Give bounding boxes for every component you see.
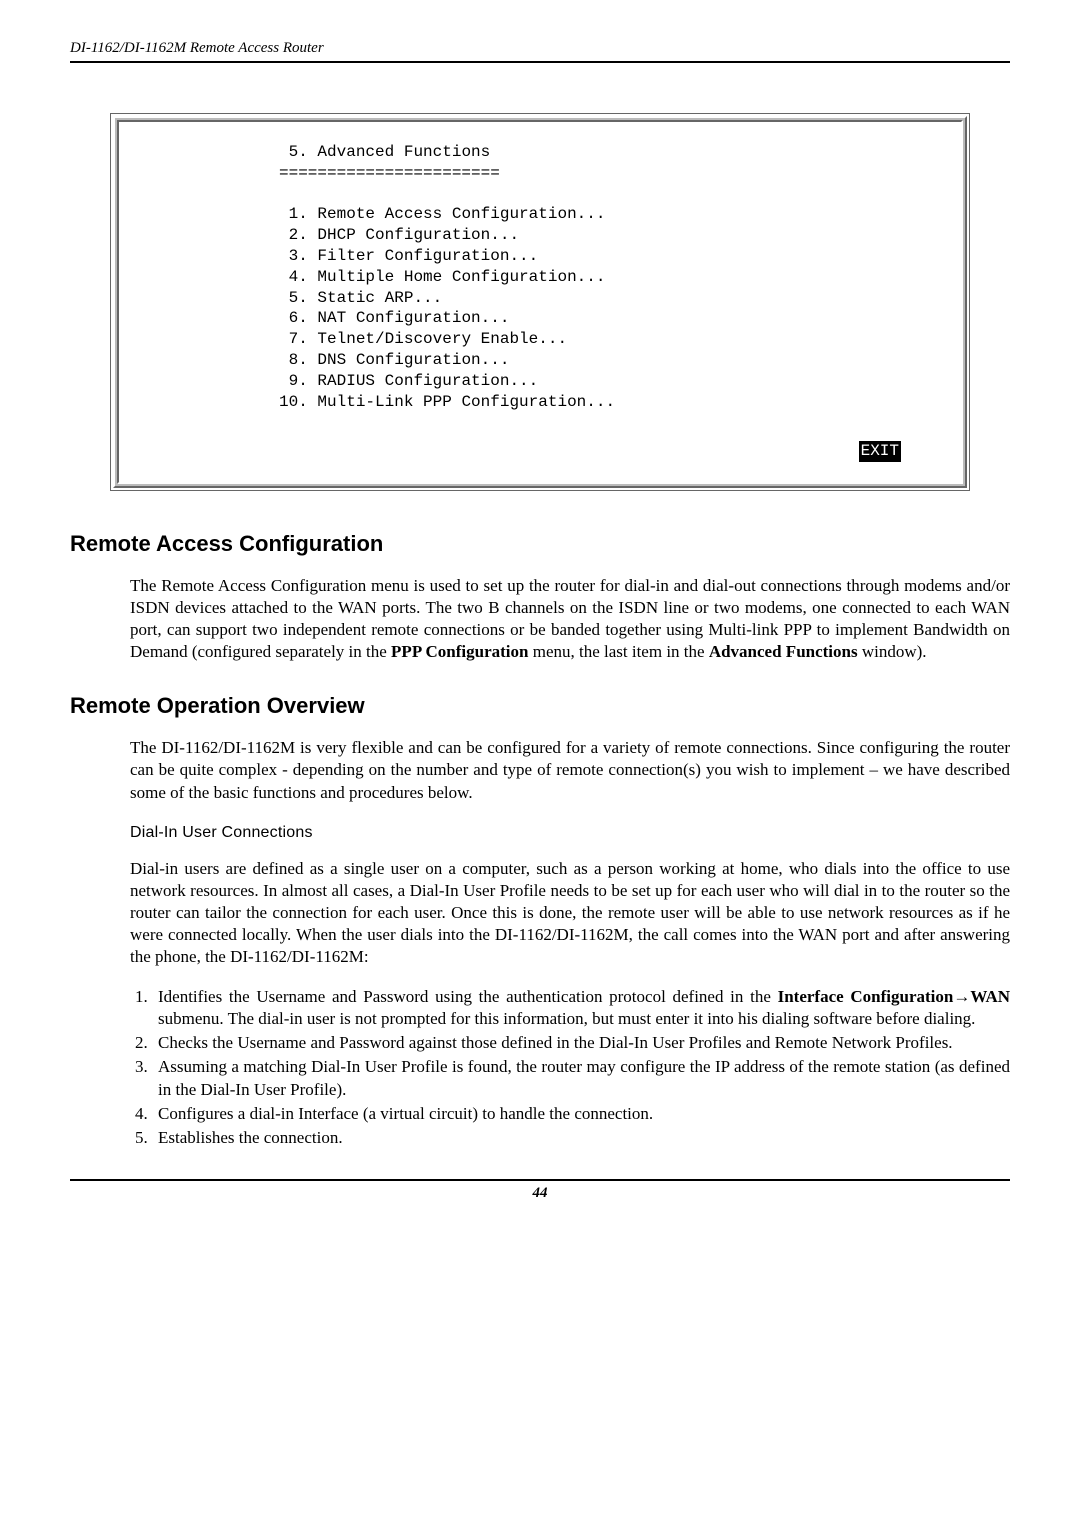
menu-item[interactable]: 2. DHCP Configuration...	[279, 226, 519, 244]
menu-divider: =======================	[279, 164, 500, 182]
list-item: Configures a dial-in Interface (a virtua…	[152, 1103, 1010, 1125]
terminal-window: 5. Advanced Functions ==================…	[110, 113, 970, 491]
menu-title: Advanced Functions	[317, 143, 490, 161]
menu-item[interactable]: 5. Static ARP...	[279, 289, 442, 307]
section-heading-remote-access: Remote Access Configuration	[70, 531, 1010, 557]
remote-operation-paragraph: The DI-1162/DI-1162M is very flexible an…	[130, 737, 1010, 803]
menu-item[interactable]: 3. Filter Configuration...	[279, 247, 538, 265]
menu-item[interactable]: 8. DNS Configuration...	[279, 351, 509, 369]
arrow-icon: →	[953, 987, 970, 1006]
section-heading-remote-operation: Remote Operation Overview	[70, 693, 1010, 719]
menu-item[interactable]: 4. Multiple Home Configuration...	[279, 268, 605, 286]
list-item: Identifies the Username and Password usi…	[152, 986, 1010, 1030]
remote-access-paragraph: The Remote Access Configuration menu is …	[130, 575, 1010, 663]
page-number: 44	[70, 1185, 1010, 1202]
footer-rule	[70, 1179, 1010, 1181]
menu-item[interactable]: 1. Remote Access Configuration...	[279, 205, 605, 223]
list-item: Establishes the connection.	[152, 1127, 1010, 1149]
menu-item[interactable]: 7. Telnet/Discovery Enable...	[279, 330, 567, 348]
dialin-steps-list: Identifies the Username and Password usi…	[130, 986, 1010, 1149]
menu-item[interactable]: 10. Multi-Link PPP Configuration...	[279, 393, 615, 411]
menu-item[interactable]: 9. RADIUS Configuration...	[279, 372, 538, 390]
exit-button[interactable]: EXIT	[859, 441, 901, 462]
header-rule	[70, 61, 1010, 63]
subheading-dialin: Dial-In User Connections	[130, 824, 1010, 842]
dialin-paragraph: Dial-in users are defined as a single us…	[130, 858, 1010, 968]
terminal-content: 5. Advanced Functions ==================…	[159, 142, 921, 412]
menu-item[interactable]: 6. NAT Configuration...	[279, 309, 509, 327]
list-item: Checks the Username and Password against…	[152, 1032, 1010, 1054]
menu-title-num: 5.	[279, 143, 308, 161]
page-header: DI-1162/DI-1162M Remote Access Router	[70, 40, 1010, 57]
list-item: Assuming a matching Dial-In User Profile…	[152, 1056, 1010, 1100]
